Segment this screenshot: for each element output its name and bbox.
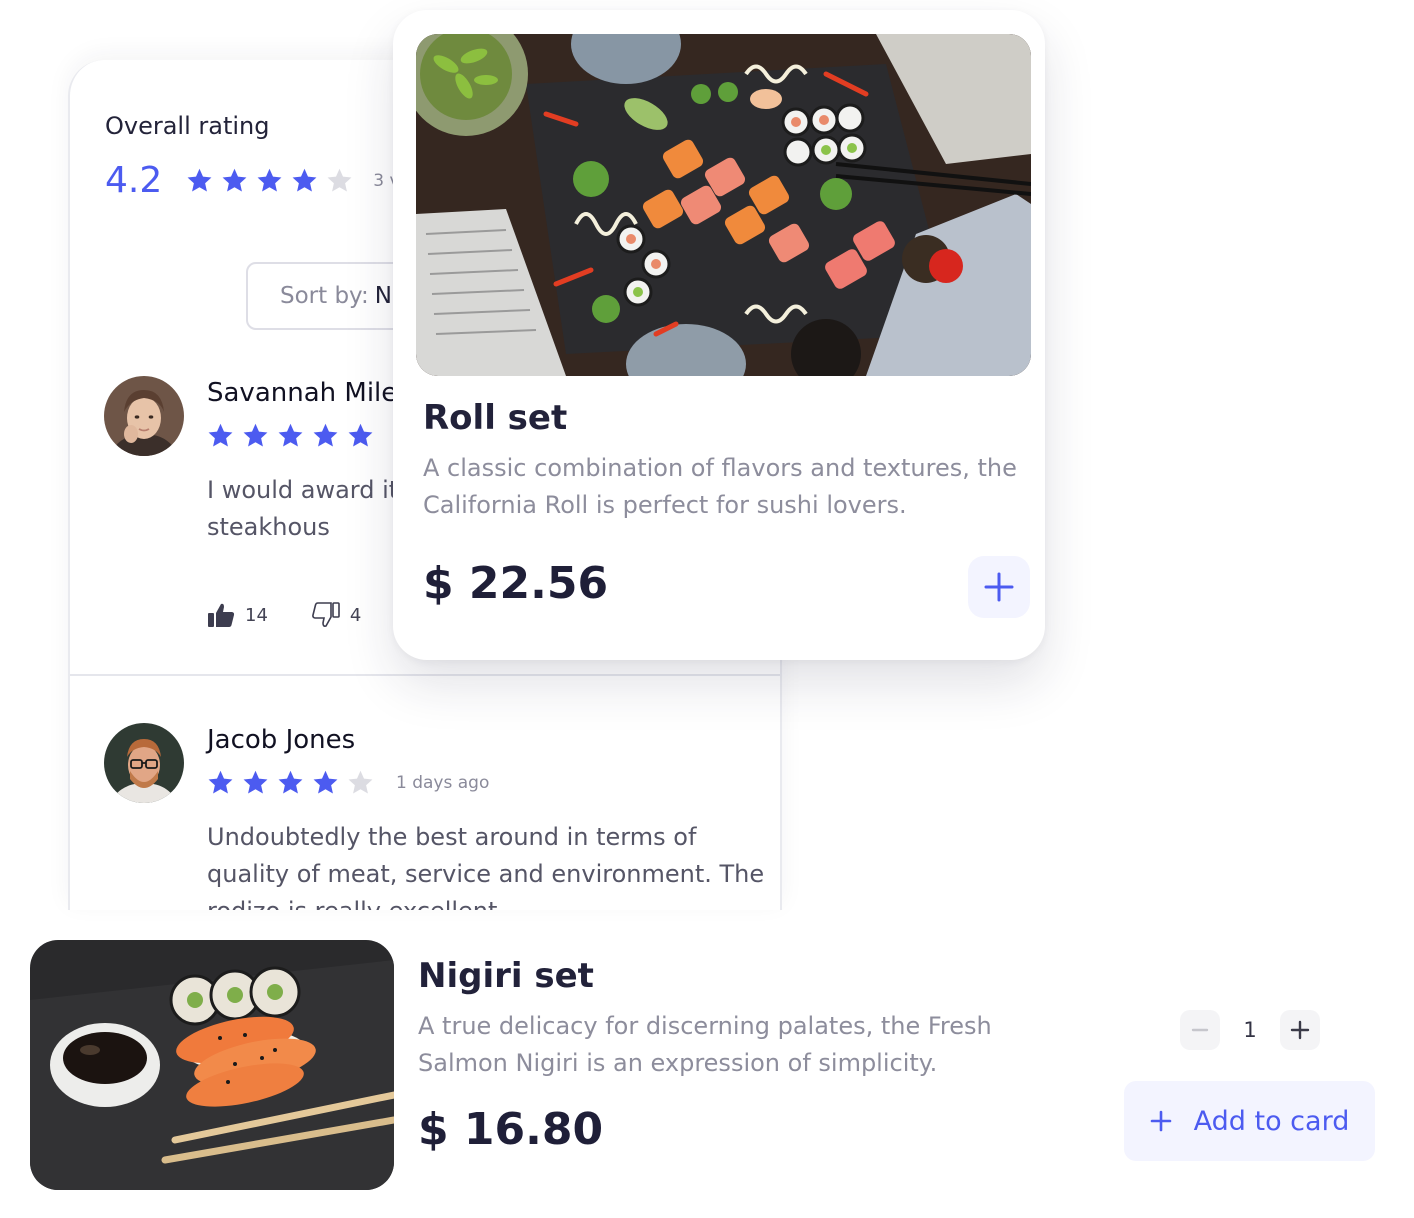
increment-button[interactable] xyxy=(1280,1010,1320,1050)
dislike-button[interactable]: 4 xyxy=(312,602,361,628)
plus-icon xyxy=(1290,1020,1310,1040)
star-icon xyxy=(243,423,268,447)
star-icon xyxy=(313,770,338,794)
star-empty-icon xyxy=(348,770,373,794)
star-icon xyxy=(313,423,338,447)
plus-icon xyxy=(984,572,1014,602)
avatar xyxy=(104,723,184,803)
star-icon xyxy=(348,423,373,447)
thumbs-down-icon xyxy=(312,602,340,627)
minus-icon xyxy=(1191,1028,1209,1032)
overall-stars xyxy=(186,167,353,194)
rating-score: 4.2 xyxy=(105,160,163,201)
add-to-card-button[interactable]: Add to card xyxy=(1124,1081,1375,1161)
review-stars: 1 xyxy=(207,422,407,449)
roll-set-add-button[interactable] xyxy=(968,556,1030,618)
nigiri-set-description: A true delicacy for discerning palates, … xyxy=(418,1012,992,1077)
star-icon xyxy=(278,423,303,447)
add-to-card-label: Add to card xyxy=(1193,1105,1350,1137)
quantity-stepper: 1 xyxy=(1180,1010,1320,1050)
roll-set-card[interactable]: Roll set A classic combination of flavor… xyxy=(393,10,1045,660)
star-icon xyxy=(292,168,317,192)
star-icon xyxy=(257,168,282,192)
review-actions: 14 4 xyxy=(207,602,405,628)
quantity-value: 1 xyxy=(1243,1018,1257,1042)
like-button[interactable]: 14 xyxy=(207,602,268,628)
sort-label: Sort by: xyxy=(280,283,369,309)
star-icon xyxy=(278,770,303,794)
roll-set-image xyxy=(416,34,1031,376)
star-icon xyxy=(208,423,233,447)
reviewer-name: Jacob Jones xyxy=(207,725,356,755)
overall-rating-title: Overall rating xyxy=(105,112,270,140)
review-time: 1 days ago xyxy=(396,772,490,793)
star-icon xyxy=(243,770,268,794)
roll-set-description: A classic combination of flavors and tex… xyxy=(423,454,1017,519)
nigiri-set-title: Nigiri set xyxy=(418,956,594,996)
reviewer-name: Savannah Miles xyxy=(207,378,411,408)
overall-rating: 4.2 3 votes xyxy=(105,160,436,201)
star-icon xyxy=(208,770,233,794)
plus-icon xyxy=(1150,1110,1172,1132)
nigiri-set-image xyxy=(30,940,394,1190)
dislike-count: 4 xyxy=(349,604,362,626)
review-divider xyxy=(70,674,780,676)
star-icon xyxy=(187,168,212,192)
avatar xyxy=(104,376,184,456)
sort-value: N xyxy=(374,283,392,309)
like-count: 14 xyxy=(245,604,268,626)
review-stars: 1 days ago xyxy=(207,769,489,796)
star-empty-icon xyxy=(327,168,352,192)
thumbs-up-icon xyxy=(208,603,235,627)
roll-set-price: $ 22.56 xyxy=(423,558,609,609)
roll-set-title: Roll set xyxy=(423,398,568,438)
review-text: Undoubtedly the best around in terms of … xyxy=(207,823,765,910)
nigiri-set-price: $ 16.80 xyxy=(418,1104,604,1155)
decrement-button[interactable] xyxy=(1180,1010,1220,1050)
star-icon xyxy=(222,168,247,192)
